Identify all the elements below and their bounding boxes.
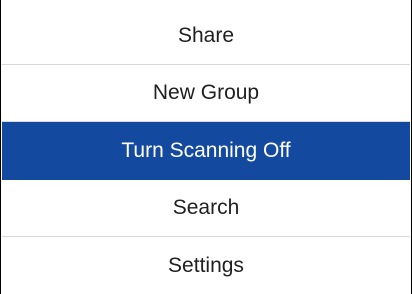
menu-item-share[interactable]: Share: [2, 8, 410, 65]
menu-item-settings[interactable]: Settings: [2, 237, 410, 294]
menu-item-search-label: Search: [172, 196, 240, 219]
menu-item-search[interactable]: Search: [2, 180, 410, 237]
menu-item-new-group[interactable]: New Group: [2, 65, 410, 122]
menu-item-new-group-label: New Group: [152, 81, 260, 104]
context-menu: Share New Group Turn Scanning Off Search…: [0, 0, 412, 294]
menu-item-turn-scanning-off-label: Turn Scanning Off: [121, 139, 291, 162]
menu-item-share-label: Share: [177, 24, 235, 47]
menu-item-turn-scanning-off[interactable]: Turn Scanning Off: [2, 122, 410, 180]
menu-item-settings-label: Settings: [168, 253, 244, 277]
